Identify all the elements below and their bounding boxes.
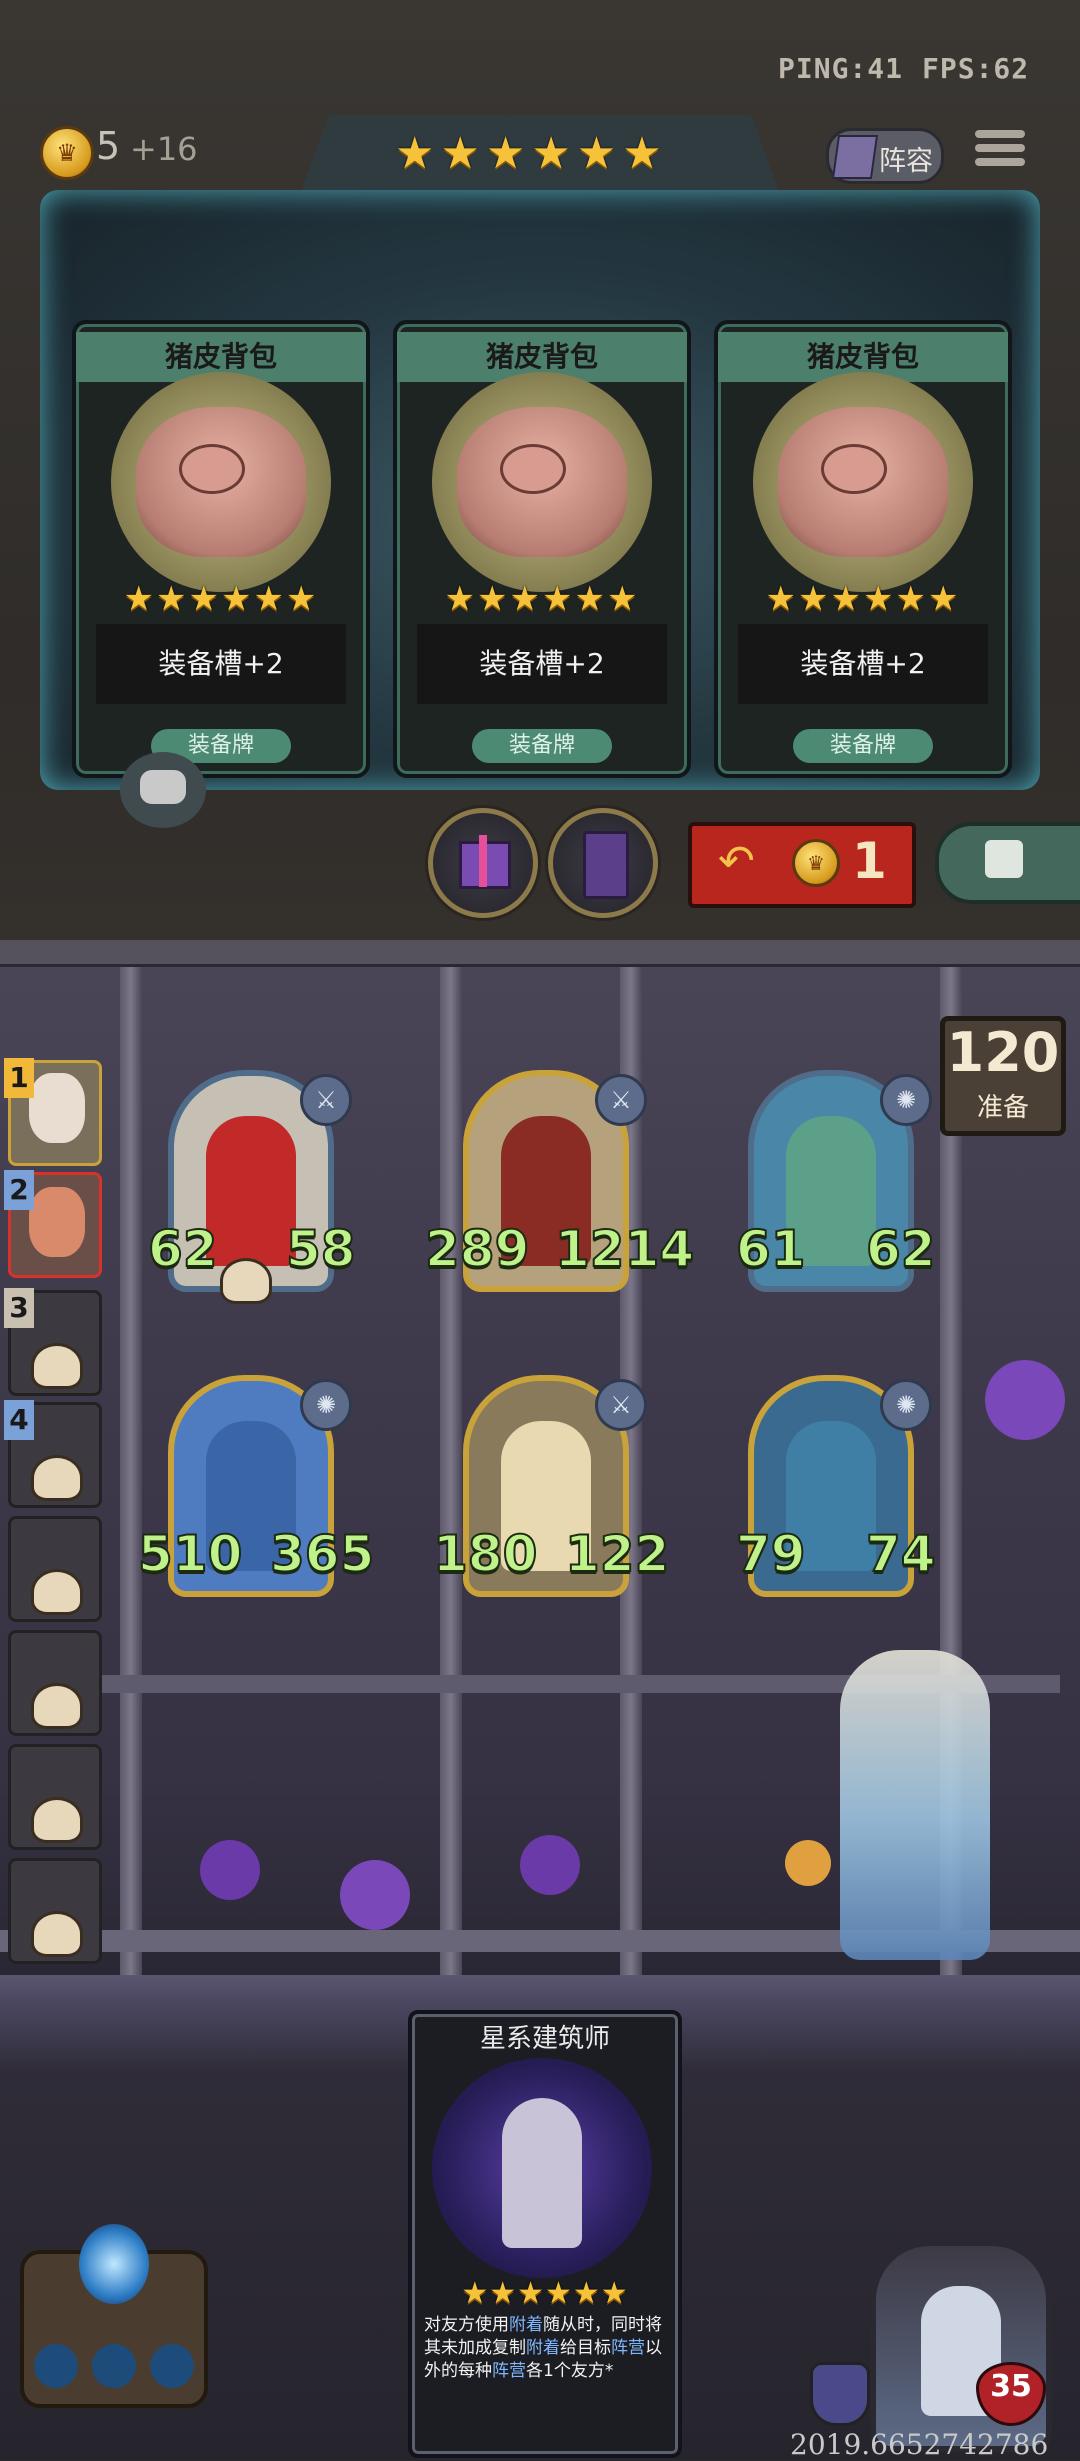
minion-health: 62: [865, 1219, 937, 1279]
refresh-button[interactable]: ↶ ♛ 1: [688, 822, 916, 908]
card-effect: 装备槽+2: [738, 624, 988, 704]
player-slot[interactable]: [8, 1630, 102, 1736]
card-stars: ★★★★★★: [123, 579, 319, 619]
player-slot[interactable]: [8, 1744, 102, 1850]
skull-icon: [220, 1258, 272, 1304]
hero-avatar: [840, 1650, 990, 1960]
minion-health: 58: [285, 1219, 357, 1279]
card-type-badge: 装备牌: [472, 729, 612, 763]
tentacle-icon: ✺: [300, 1379, 352, 1431]
skull-icon: [31, 1569, 83, 1615]
card-stars: ★★★★★★: [765, 579, 961, 619]
avatar: [29, 1187, 85, 1257]
sword-icon: ⚔: [595, 1074, 647, 1126]
pig-backpack-icon: [753, 372, 973, 592]
round-timer: 120 准备: [940, 1016, 1066, 1136]
card-stars: ★★★★★★: [444, 579, 640, 619]
flower-decoration: [340, 1860, 410, 1930]
hand-card[interactable]: 星系建筑师 ★★★★★★ 对友方使用附着随从时，同时将其未加成复制附着给目标阵营…: [408, 2010, 682, 2458]
skull-icon: [31, 1343, 83, 1389]
minion-attack: 180: [432, 1524, 538, 1584]
hand-card-stars: ★★★★★★: [461, 2276, 629, 2311]
minion-attack: 289: [424, 1219, 530, 1279]
minion-card[interactable]: ⚔ 62 58: [147, 1070, 357, 1304]
gold-income: +16: [130, 130, 198, 168]
flower-decoration: [520, 1835, 580, 1895]
minion-attack: 62: [147, 1219, 219, 1279]
skull-icon: [31, 1911, 83, 1957]
version-text: 2019.6652742786: [790, 2428, 1049, 2461]
gift-button[interactable]: [428, 808, 538, 918]
lineup-button[interactable]: 阵容: [826, 128, 944, 184]
card-effect: 装备槽+2: [417, 624, 667, 704]
minion-health: 122: [564, 1524, 670, 1584]
minion-attack: 61: [735, 1219, 807, 1279]
card-effect: 装备槽+2: [96, 624, 346, 704]
player-slot[interactable]: [8, 1516, 102, 1622]
avatar: [29, 1073, 85, 1143]
skull-icon: [31, 1683, 83, 1729]
board-divider: [0, 940, 1080, 967]
shield-icon: [810, 2362, 870, 2426]
pig-backpack-icon: [432, 372, 652, 592]
pig-backpack-icon: [111, 372, 331, 592]
timer-label: 准备: [976, 1093, 1029, 1123]
player-slot[interactable]: [8, 1858, 102, 1964]
shop-card[interactable]: 猪皮背包 ★★★★★★ 装备槽+2 装备牌: [72, 320, 370, 778]
minion-card[interactable]: ⚔ 289 1214: [424, 1070, 695, 1292]
door-icon: [583, 831, 629, 899]
flower-decoration: [985, 1360, 1065, 1440]
minion-health: 74: [865, 1524, 937, 1584]
chat-icon: [140, 770, 186, 804]
rank-badge: 1: [4, 1058, 34, 1098]
hand-card-description: 对友方使用附着随从时，同时将其未加成复制附着给目标阵营以外的每种阵营各1个友方*: [424, 2315, 662, 2381]
card-type-badge: 装备牌: [793, 729, 933, 763]
hand-card-name: 星系建筑师: [479, 2024, 610, 2054]
refresh-cost: 1: [852, 832, 887, 890]
pet-icon: [785, 1840, 831, 1886]
minion-card[interactable]: ✺ 61 62: [735, 1070, 937, 1292]
hand-card-art: [432, 2058, 652, 2278]
ping-text: PING:41: [778, 52, 904, 85]
minion-attack: 79: [735, 1524, 807, 1584]
freeze-button[interactable]: [935, 822, 1080, 904]
minion-card[interactable]: ⚔ 180 122: [432, 1375, 670, 1597]
minion-card[interactable]: ✺ 79 74: [735, 1375, 937, 1597]
shop-card[interactable]: 猪皮背包 ★★★★★★ 装备槽+2 装备牌: [714, 320, 1012, 778]
shop-card[interactable]: 猪皮背包 ★★★★★★ 装备槽+2 装备牌: [393, 320, 691, 778]
minion-art: [206, 1116, 296, 1266]
lineup-label: 阵容: [879, 146, 933, 177]
refresh-icon: ↶: [718, 836, 755, 887]
rank-badge: 4: [4, 1400, 34, 1440]
rank-badge: 3: [4, 1288, 34, 1328]
minion-attack: 510: [137, 1524, 243, 1584]
crystal-ball-icon: [79, 2224, 149, 2304]
fps-text: FPS:62: [922, 52, 1030, 85]
hero-health: 35: [990, 2369, 1032, 2404]
gold-amount: 5: [96, 124, 121, 168]
tentacle-icon: ✺: [880, 1379, 932, 1431]
hero-power-button[interactable]: [20, 2224, 208, 2408]
wardrobe-button[interactable]: [548, 808, 658, 918]
skull-icon: [31, 1797, 83, 1843]
minion-health: 1214: [554, 1219, 695, 1279]
book-icon: [831, 135, 879, 179]
chat-button[interactable]: [120, 752, 206, 828]
sword-icon: ⚔: [300, 1074, 352, 1126]
flower-decoration: [200, 1840, 260, 1900]
sword-icon: ⚔: [595, 1379, 647, 1431]
skull-icon: [31, 1455, 83, 1501]
timer-value: 120: [946, 1021, 1060, 1084]
minion-health: 365: [269, 1524, 375, 1584]
minion-card[interactable]: ✺ 510 365: [137, 1375, 375, 1597]
tentacle-icon: ✺: [880, 1074, 932, 1126]
menu-icon[interactable]: [975, 124, 1025, 172]
gold-coin-icon: ♛: [792, 839, 840, 887]
gold-coin-icon: ♛: [40, 126, 94, 180]
shop-tier-stars: ★★★★★★: [395, 128, 668, 179]
lock-icon: [985, 840, 1023, 878]
rank-badge: 2: [4, 1170, 34, 1210]
